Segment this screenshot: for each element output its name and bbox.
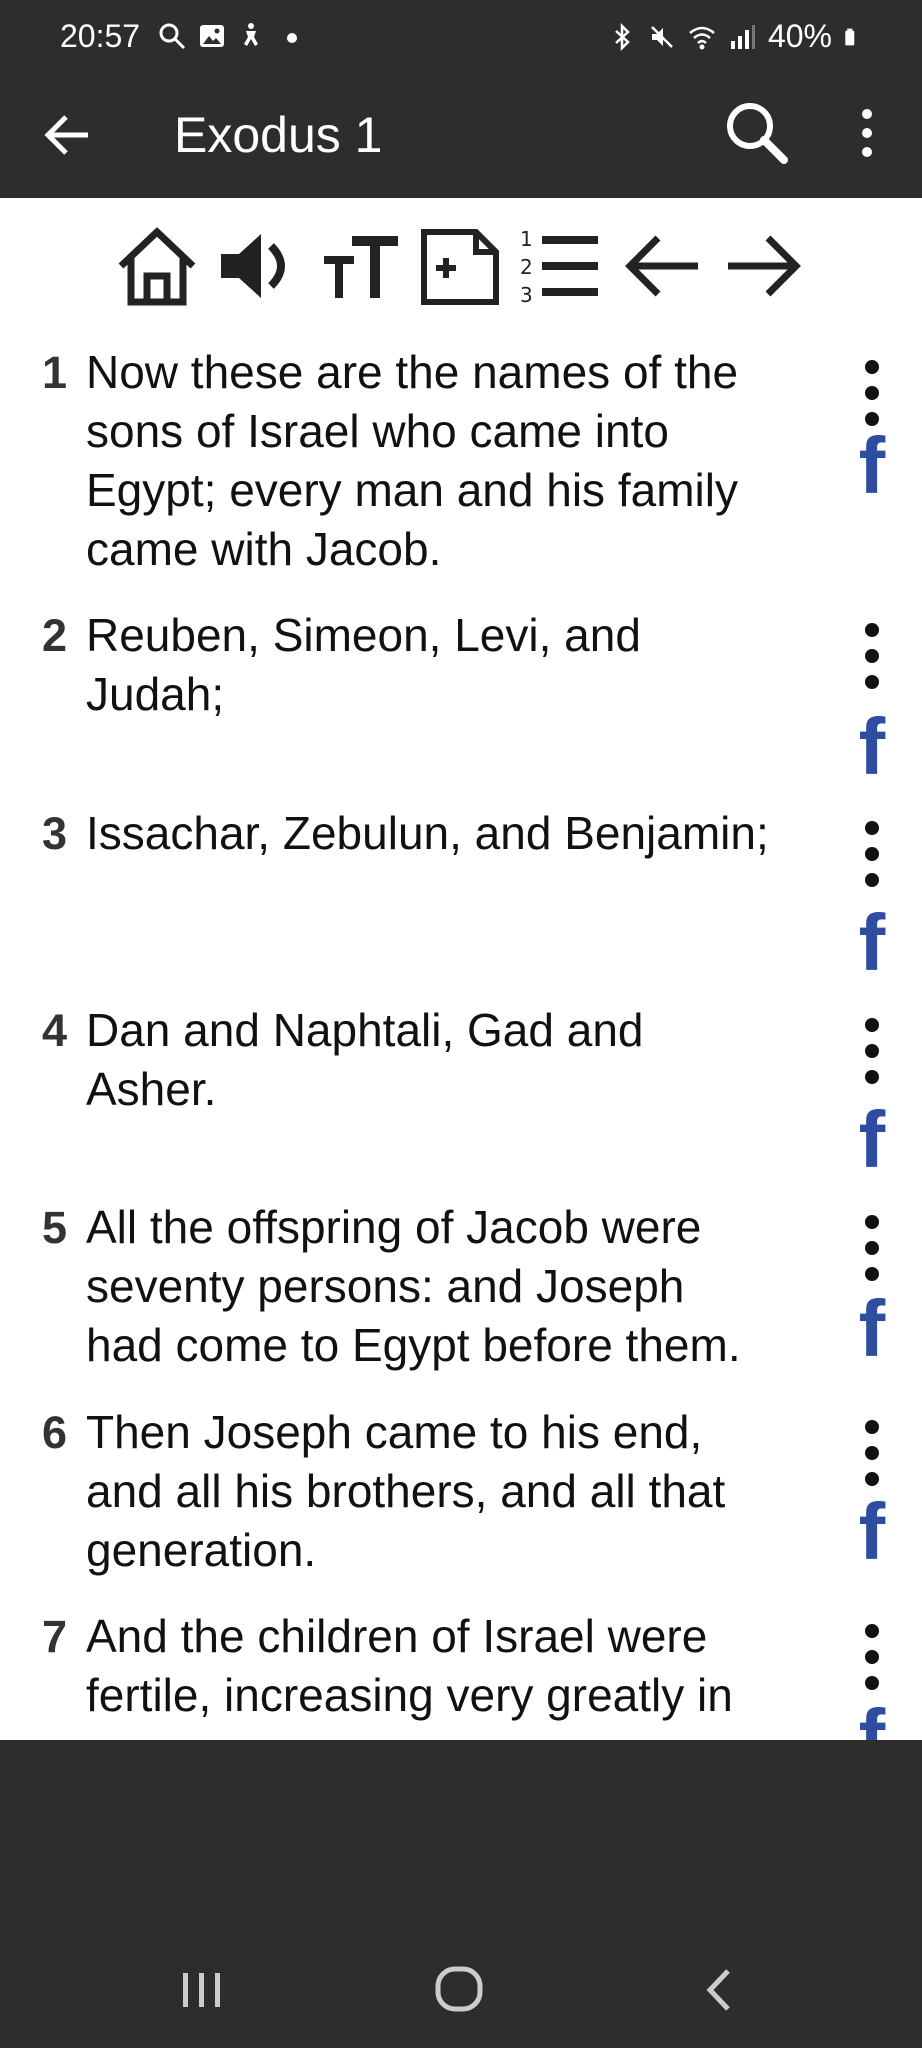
app-bar: Exodus 1 bbox=[0, 76, 922, 198]
verse-menu-icon[interactable] bbox=[860, 620, 884, 692]
verse-number: 1 bbox=[42, 347, 68, 398]
verse-number: 4 bbox=[42, 1005, 68, 1056]
home-circle-icon[interactable] bbox=[424, 1955, 494, 2025]
verse-number: 5 bbox=[42, 1202, 68, 1253]
previous-chapter-icon[interactable] bbox=[620, 222, 704, 310]
system-nav-bar bbox=[0, 1740, 922, 2048]
verse-line: Then Joseph came to his end, bbox=[86, 1406, 703, 1458]
verse-number: 2 bbox=[42, 610, 68, 661]
verse-number: 6 bbox=[42, 1407, 68, 1458]
verse-line: Egypt; every man and his family bbox=[86, 464, 738, 516]
gallery-icon bbox=[200, 25, 224, 47]
page-title: Exodus 1 bbox=[174, 107, 383, 163]
verse-line: had come to Egypt before them. bbox=[86, 1319, 741, 1371]
verse-menu-icon[interactable] bbox=[860, 1212, 884, 1284]
verse-menu-icon[interactable] bbox=[860, 1015, 884, 1087]
facebook-share-icon[interactable]: f bbox=[850, 1100, 894, 1180]
accessibility-icon bbox=[244, 23, 258, 46]
facebook-share-icon[interactable]: f bbox=[850, 707, 894, 787]
verse-line: Asher. bbox=[86, 1063, 217, 1115]
next-chapter-icon[interactable] bbox=[722, 222, 806, 310]
verse-line: Judah; bbox=[86, 668, 225, 720]
verse-line: generation. bbox=[86, 1524, 317, 1576]
battery-percent: 40% bbox=[767, 18, 832, 54]
verse-text: Reuben, Simeon, Levi, and Judah; bbox=[86, 606, 826, 724]
verse-line: Reuben, Simeon, Levi, and bbox=[86, 609, 641, 661]
search-icon[interactable] bbox=[722, 98, 792, 168]
bluetooth-icon bbox=[615, 22, 630, 51]
status-right: 40% bbox=[608, 18, 862, 55]
verse-text: Dan and Naphtali, Gad and Asher. bbox=[86, 1001, 826, 1119]
verse-line: Dan and Naphtali, Gad and bbox=[86, 1004, 644, 1056]
verse-menu-icon[interactable] bbox=[860, 357, 884, 429]
reader-toolbar: 1 2 3 bbox=[0, 222, 922, 310]
status-left-icons bbox=[158, 22, 306, 50]
verse-text: Then Joseph came to his end, and all his… bbox=[86, 1403, 826, 1580]
chapter-content[interactable]: 1 2 3 1 Now these are the names of the son… bbox=[0, 198, 922, 1740]
facebook-share-icon[interactable]: f bbox=[850, 1698, 894, 1741]
search-icon bbox=[159, 23, 186, 50]
verse-list-icon[interactable]: 1 2 3 bbox=[518, 222, 602, 310]
verse-line: seventy persons: and Joseph bbox=[86, 1260, 685, 1312]
back-arrow-icon[interactable] bbox=[38, 104, 100, 166]
text-size-icon[interactable] bbox=[318, 222, 402, 310]
facebook-share-icon[interactable]: f bbox=[850, 903, 894, 983]
verse-line: fertile, increasing very greatly in bbox=[86, 1669, 733, 1721]
add-bookmark-icon[interactable] bbox=[418, 222, 502, 310]
status-time: 20:57 bbox=[60, 18, 141, 54]
verse-text: Issachar, Zebulun, and Benjamin; bbox=[86, 804, 856, 863]
facebook-share-icon[interactable]: f bbox=[850, 1289, 894, 1369]
home-icon[interactable] bbox=[115, 222, 199, 310]
signal-icon bbox=[730, 24, 755, 49]
verse-line: sons of Israel who came into bbox=[86, 405, 669, 457]
status-bar: 20:57 40% bbox=[0, 0, 922, 76]
verse-menu-icon[interactable] bbox=[860, 1621, 884, 1693]
facebook-share-icon[interactable]: f bbox=[850, 426, 894, 506]
verse-line: Now these are the names of the bbox=[86, 346, 739, 398]
svg-text:2: 2 bbox=[520, 255, 533, 279]
verse-line: Issachar, Zebulun, and Benjamin; bbox=[86, 807, 769, 859]
verse-text: And the children of Israel were fertile,… bbox=[86, 1607, 826, 1725]
recent-apps-icon[interactable] bbox=[167, 1955, 237, 2025]
facebook-share-icon[interactable]: f bbox=[850, 1492, 894, 1572]
verse-line: And the children of Israel were bbox=[86, 1610, 708, 1662]
verse-text: All the offspring of Jacob were seventy … bbox=[86, 1198, 826, 1375]
verse-menu-icon[interactable] bbox=[860, 818, 884, 890]
verse-line: All the offspring of Jacob were bbox=[86, 1201, 702, 1253]
wifi-icon bbox=[689, 26, 715, 49]
svg-text:3: 3 bbox=[520, 283, 533, 307]
mute-icon bbox=[651, 25, 673, 48]
verse-number: 3 bbox=[42, 808, 68, 859]
svg-text:1: 1 bbox=[520, 227, 533, 251]
verse-line: and all his brothers, and all that bbox=[86, 1465, 726, 1517]
overflow-menu-icon[interactable] bbox=[852, 100, 882, 170]
verse-text: Now these are the names of the sons of I… bbox=[86, 343, 826, 579]
verse-menu-icon[interactable] bbox=[860, 1417, 884, 1489]
back-icon[interactable] bbox=[684, 1955, 754, 2025]
audio-icon[interactable] bbox=[215, 222, 299, 310]
verse-line: came with Jacob. bbox=[86, 523, 442, 575]
notification-dot-icon bbox=[287, 33, 297, 43]
verse-number: 7 bbox=[42, 1611, 68, 1662]
battery-icon bbox=[845, 28, 855, 45]
